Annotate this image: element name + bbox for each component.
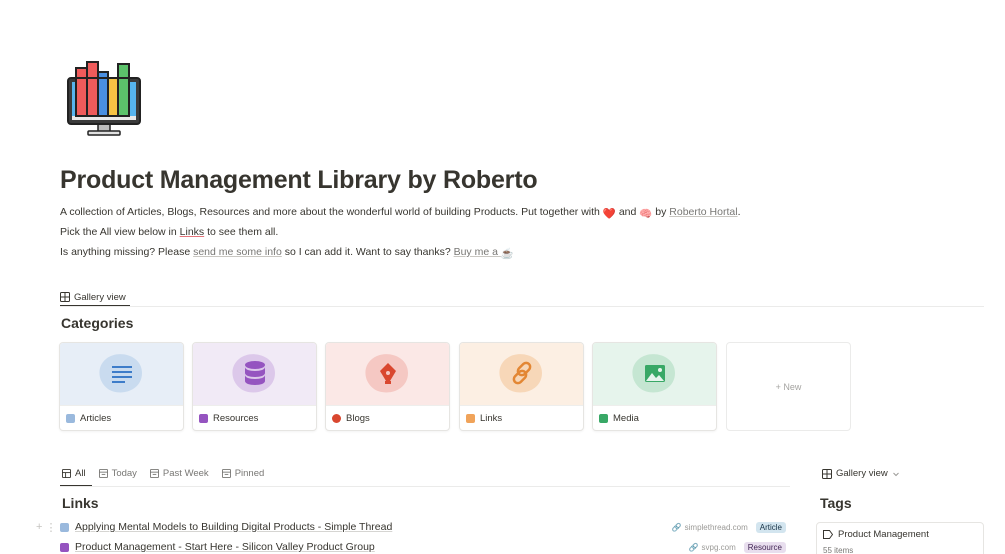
domain-text: svpg.com <box>701 542 736 552</box>
link-icon: 🔗 <box>671 522 682 532</box>
table-row[interactable]: + ⋮⋮ Applying Mental Models to Building D… <box>36 518 786 536</box>
coffee-icon: ☕ <box>500 248 514 260</box>
tab-all[interactable]: All <box>62 468 86 479</box>
tab-label: Gallery view <box>74 291 126 303</box>
divider <box>60 486 790 487</box>
card-footer: Articles <box>60 405 183 430</box>
desc-text: . <box>737 206 741 218</box>
card-label: Resources <box>213 413 259 424</box>
categories-heading: Categories <box>61 315 134 331</box>
gallery-icon <box>822 468 832 479</box>
category-card-links[interactable]: Links <box>459 342 584 431</box>
tags-heading: Tags <box>820 495 852 511</box>
tab-today[interactable]: Today <box>98 468 137 479</box>
tab-label: All <box>75 468 86 479</box>
divider <box>60 306 984 307</box>
category-card-blogs[interactable]: Blogs <box>325 342 450 431</box>
card-cover <box>460 343 583 405</box>
table-row[interactable]: Product Management - Start Here - Silico… <box>36 538 786 554</box>
tab-label: Today <box>111 468 137 479</box>
desc-text: Pick the All view below in <box>60 226 177 238</box>
buy-coffee-link[interactable]: Buy me a ☕ <box>453 246 514 260</box>
image-icon <box>631 354 675 393</box>
link-icon: 🔗 <box>688 542 699 552</box>
calendar-icon <box>98 469 108 478</box>
card-cover <box>593 343 716 405</box>
document-icon <box>60 522 69 532</box>
desc-text: to see them all. <box>207 226 279 238</box>
type-badge: Article <box>755 521 786 533</box>
page-icon-computer-books[interactable] <box>64 58 144 138</box>
description-line-1: A collection of Articles, Blogs, Resourc… <box>60 206 740 220</box>
card-footer: Links <box>460 405 583 430</box>
link-title[interactable]: Applying Mental Models to Building Digit… <box>75 521 672 533</box>
tag-name-text: Product Management <box>838 529 929 540</box>
tag-name: Product Management <box>823 529 977 540</box>
description-line-2: Pick the All view below in Links to see … <box>60 226 278 238</box>
tags-view-selector[interactable]: Gallery view <box>822 468 900 479</box>
heart-icon: ❤️ <box>602 208 616 220</box>
tab-pinned[interactable]: Pinned <box>221 468 265 479</box>
row-handle[interactable]: + ⋮⋮ <box>36 521 67 534</box>
card-cover <box>326 343 449 405</box>
card-footer: Media <box>593 405 716 430</box>
card-label: Media <box>613 413 639 424</box>
desc-text: A collection of Articles, Blogs, Resourc… <box>60 206 600 218</box>
card-label: Blogs <box>346 413 370 424</box>
category-card-resources[interactable]: Resources <box>192 342 317 431</box>
gallery-icon <box>60 292 70 302</box>
type-badge: Resource <box>743 541 786 553</box>
image-icon <box>599 414 608 423</box>
send-info-link[interactable]: send me some info <box>193 246 282 258</box>
chevron-down-icon <box>892 472 899 476</box>
database-icon <box>199 414 208 423</box>
database-icon <box>60 542 69 552</box>
card-cover <box>60 343 183 405</box>
page-title: Product Management Library by Roberto <box>60 166 538 194</box>
document-lines-icon <box>98 354 142 393</box>
tab-label: Pinned <box>234 468 265 479</box>
links-heading: Links <box>62 495 99 511</box>
table-icon <box>62 469 71 478</box>
pen-nib-icon <box>332 414 341 423</box>
tag-count: 55 items <box>823 546 854 554</box>
author-link[interactable]: Roberto Hortal <box>669 206 737 218</box>
card-footer: Blogs <box>326 405 449 430</box>
chain-link-icon <box>466 414 475 423</box>
tab-gallery-view[interactable]: Gallery view <box>60 288 126 306</box>
document-icon <box>66 414 75 423</box>
buy-coffee-text: Buy me a <box>453 246 498 258</box>
card-cover <box>193 343 316 405</box>
tab-label: Past Week <box>162 468 209 479</box>
calendar-icon <box>221 469 231 478</box>
computer-books-icon <box>67 61 141 136</box>
chain-link-icon <box>498 354 542 393</box>
tag-card[interactable]: Product Management 55 items <box>816 522 984 554</box>
desc-text: by <box>655 206 667 218</box>
tab-past-week[interactable]: Past Week <box>149 468 209 479</box>
links-page-link[interactable]: Links <box>180 226 205 238</box>
desc-text: and <box>618 206 637 218</box>
link-domain[interactable]: 🔗 simplethread.com <box>672 523 748 532</box>
description-line-3: Is anything missing? Please send me some… <box>60 246 514 260</box>
tag-icon <box>823 530 833 539</box>
domain-text: simplethread.com <box>684 522 748 532</box>
brain-icon: 🧠 <box>639 208 653 220</box>
category-card-articles[interactable]: Articles <box>59 342 184 431</box>
view-label: Gallery view <box>836 468 888 479</box>
card-label: Links <box>480 413 503 424</box>
new-category-button[interactable]: + New <box>726 342 851 431</box>
database-icon <box>231 354 275 393</box>
pen-nib-icon <box>364 354 408 393</box>
card-footer: Resources <box>193 405 316 430</box>
calendar-icon <box>149 469 159 478</box>
links-view-tabs: All Today Past Week Pinned <box>62 468 264 479</box>
desc-text: so I can add it. Want to say thanks? <box>284 246 451 258</box>
link-domain[interactable]: 🔗 svpg.com <box>689 543 736 552</box>
desc-text: Is anything missing? Please <box>60 246 191 258</box>
category-card-media[interactable]: Media <box>592 342 717 431</box>
card-label: Articles <box>80 413 112 424</box>
add-icon[interactable]: + <box>36 521 42 534</box>
link-title[interactable]: Product Management - Start Here - Silico… <box>75 541 689 553</box>
